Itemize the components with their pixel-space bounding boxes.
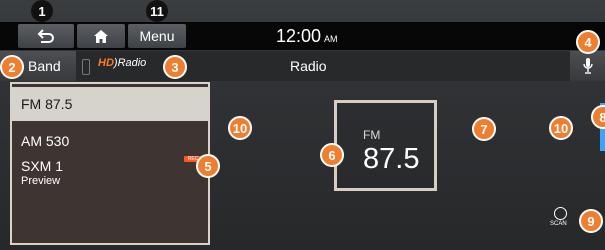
station-label: FM 87.5	[21, 96, 73, 112]
scan-icon	[554, 207, 567, 220]
frequency-band: FM	[363, 128, 381, 142]
clock-time: 12:00	[276, 26, 322, 46]
station-label: AM 530	[21, 133, 70, 149]
clock-ampm: AM	[324, 34, 338, 44]
home-icon	[94, 29, 108, 43]
scan-label: SCAN	[550, 221, 567, 227]
callout-11: 11	[146, 0, 168, 22]
callout-4: 4	[576, 30, 600, 54]
station-sublabel: Preview	[21, 175, 61, 187]
microphone-icon	[582, 58, 593, 74]
station-list: FM 87.5 AM 530 SXM 1 Preview	[10, 82, 210, 245]
station-item-am-530[interactable]: AM 530	[12, 126, 208, 156]
callout-10-right: 10	[549, 116, 573, 140]
frequency-value: 87.5	[363, 143, 420, 175]
frequency-display: FM 87.5	[334, 100, 437, 191]
source-indicator	[82, 59, 90, 75]
callout-3: 3	[163, 55, 187, 79]
callout-2: 2	[0, 55, 24, 79]
source-bar: Band HD)Radio Radio	[0, 51, 605, 81]
callout-5: 5	[196, 154, 220, 178]
home-button[interactable]	[77, 24, 125, 48]
hd-radio-logo: HD)Radio	[98, 57, 147, 69]
hd-logo-text: HD	[98, 57, 114, 69]
callout-9: 9	[579, 209, 603, 233]
back-arrow-icon	[37, 29, 54, 43]
callout-6: 6	[320, 143, 344, 167]
station-label: SXM 1	[21, 158, 64, 174]
back-button[interactable]	[18, 24, 74, 48]
source-title: Radio	[290, 58, 327, 74]
radio-logo-text: Radio	[117, 57, 147, 69]
top-bar: Menu 12:00 AM	[0, 22, 605, 50]
radio-screen: Menu 12:00 AM Band HD)Radio Radio FM 87.5…	[0, 0, 605, 250]
callout-1: 1	[31, 0, 53, 22]
callout-7: 7	[472, 117, 496, 141]
clock: 12:00 AM	[276, 26, 338, 47]
callout-10-left: 10	[228, 116, 252, 140]
menu-button[interactable]: Menu	[128, 24, 186, 48]
voice-button[interactable]	[570, 51, 605, 81]
scan-button[interactable]: SCAN	[550, 207, 572, 227]
station-item-fm-87-5[interactable]: FM 87.5	[12, 87, 208, 121]
station-item-sxm-1[interactable]: SXM 1 Preview	[12, 156, 208, 196]
